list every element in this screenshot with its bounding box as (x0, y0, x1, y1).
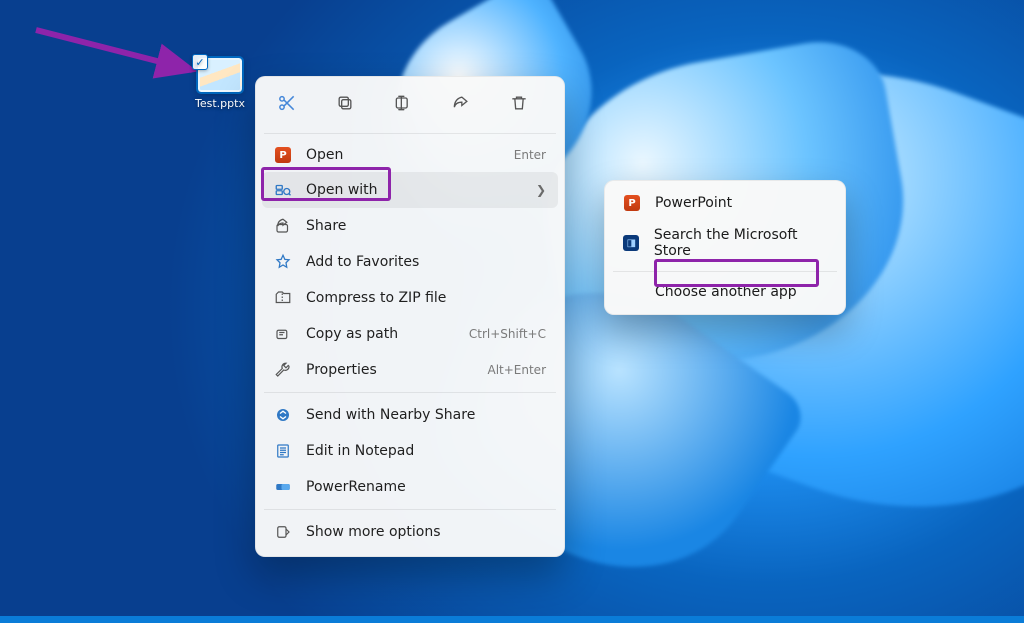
scissors-icon (277, 93, 297, 113)
menu-item-favorites[interactable]: Add to Favorites (262, 244, 558, 280)
menu-item-label: Copy as path (306, 326, 455, 342)
copy-icon (335, 93, 355, 113)
menu-item-label: Open (306, 147, 500, 163)
menu-item-compress[interactable]: Compress to ZIP file (262, 280, 558, 316)
star-icon (274, 253, 292, 271)
menu-separator (264, 392, 556, 393)
menu-item-open-with[interactable]: Open with ❯ (262, 172, 558, 208)
zip-folder-icon (274, 289, 292, 307)
share-button[interactable] (442, 85, 480, 121)
menu-item-notepad[interactable]: Edit in Notepad (262, 433, 558, 469)
rename-icon (393, 93, 413, 113)
menu-item-more-options[interactable]: Show more options (262, 514, 558, 550)
menu-item-label: Share (306, 218, 546, 234)
notepad-icon (274, 442, 292, 460)
menu-item-label: Open with (306, 182, 546, 198)
menu-separator (613, 271, 837, 272)
submenu-item-label: PowerPoint (655, 195, 732, 211)
more-options-icon (274, 523, 292, 541)
menu-item-label: PowerRename (306, 479, 546, 495)
trash-icon (509, 93, 529, 113)
menu-item-shortcut: Enter (514, 148, 546, 162)
selection-checkbox-icon[interactable]: ✓ (192, 54, 208, 70)
copy-button[interactable] (326, 85, 364, 121)
menu-item-copy-path[interactable]: Copy as path Ctrl+Shift+C (262, 316, 558, 352)
menu-item-powerrename[interactable]: PowerRename (262, 469, 558, 505)
rename-button[interactable] (384, 85, 422, 121)
share-icon (451, 93, 471, 113)
menu-item-nearby-share[interactable]: Send with Nearby Share (262, 397, 558, 433)
submenu-item-store[interactable]: ◨ Search the Microsoft Store (611, 219, 839, 267)
chevron-right-icon: ❯ (536, 183, 546, 197)
menu-item-label: Add to Favorites (306, 254, 546, 270)
menu-separator (264, 133, 556, 134)
submenu-item-powerpoint[interactable]: P PowerPoint (611, 187, 839, 219)
share-arrow-icon (274, 217, 292, 235)
delete-button[interactable] (500, 85, 538, 121)
cut-button[interactable] (268, 85, 306, 121)
submenu-item-label: Search the Microsoft Store (654, 227, 827, 259)
open-with-icon (274, 181, 292, 199)
menu-item-label: Edit in Notepad (306, 443, 546, 459)
copy-path-icon (274, 325, 292, 343)
submenu-item-choose-another[interactable]: Choose another app (611, 276, 839, 308)
context-menu-toolbar (262, 83, 558, 129)
menu-item-shortcut: Alt+Enter (487, 363, 546, 377)
open-with-submenu: P PowerPoint ◨ Search the Microsoft Stor… (604, 180, 846, 315)
menu-item-label: Properties (306, 362, 473, 378)
powerrename-icon (274, 478, 292, 496)
menu-item-label: Compress to ZIP file (306, 290, 546, 306)
microsoft-store-icon: ◨ (623, 235, 640, 251)
nearby-share-icon (274, 406, 292, 424)
menu-item-shortcut: Ctrl+Shift+C (469, 327, 546, 341)
annotation-arrow (32, 26, 212, 96)
wrench-icon (274, 361, 292, 379)
menu-item-label: Show more options (306, 524, 546, 540)
powerpoint-icon: P (274, 147, 292, 163)
submenu-item-label: Choose another app (655, 284, 797, 300)
powerpoint-icon: P (623, 195, 641, 211)
menu-item-open[interactable]: P Open Enter (262, 138, 558, 172)
file-name-label: Test.pptx (193, 96, 247, 111)
desktop-file-icon[interactable]: ✓ Test.pptx (192, 58, 248, 111)
menu-item-properties[interactable]: Properties Alt+Enter (262, 352, 558, 388)
menu-item-label: Send with Nearby Share (306, 407, 546, 423)
context-menu: P Open Enter Open with ❯ Share Add to Fa… (255, 76, 565, 557)
menu-item-share[interactable]: Share (262, 208, 558, 244)
menu-separator (264, 509, 556, 510)
